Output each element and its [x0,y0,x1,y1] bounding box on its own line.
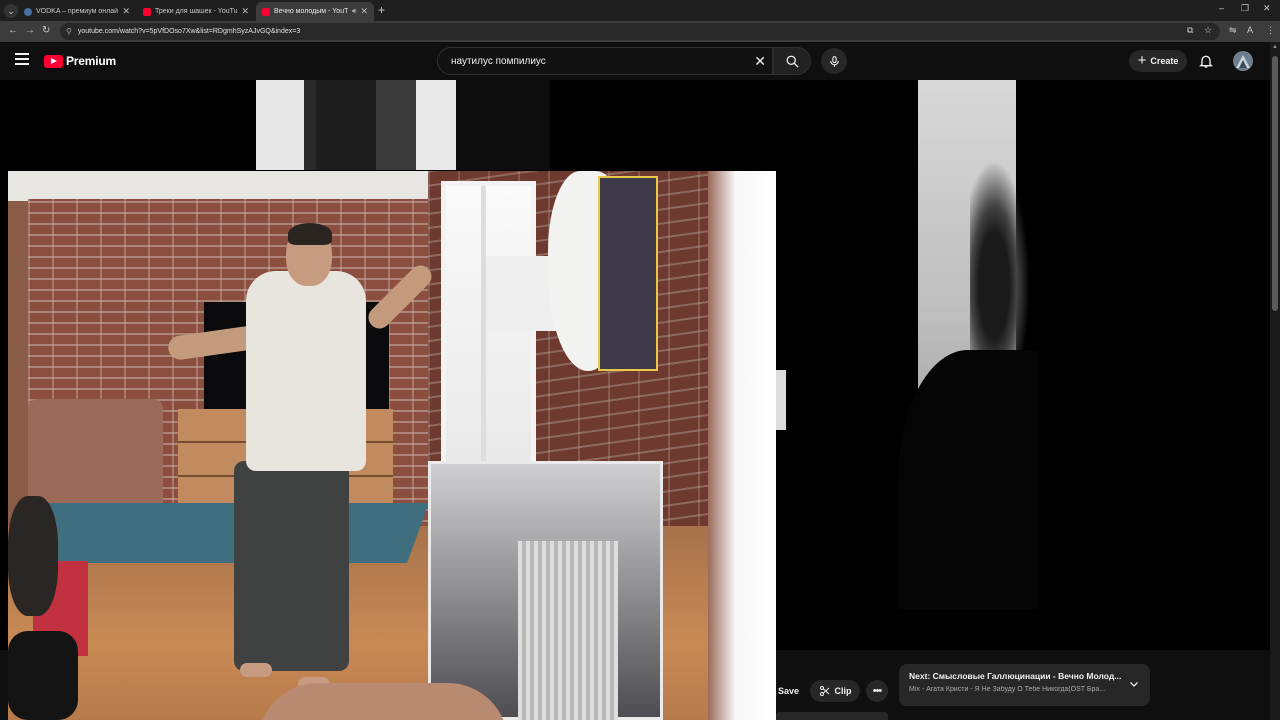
browser-tab-vodka[interactable]: VODKA – премиум онлайн-ка... ✕ [18,2,136,21]
browser-tab-treki[interactable]: Треки для шашек - YouTube ✕ [137,2,255,21]
scissors-icon [819,686,829,696]
video-frame-glare [776,370,786,430]
close-icon[interactable]: ✕ [241,6,249,17]
window-close-icon[interactable]: ✕ [1263,3,1271,14]
page-scrollbar[interactable]: ▲ [1270,42,1280,720]
search-button[interactable] [773,47,811,75]
open-in-app-icon[interactable]: ⧉ [1187,25,1193,36]
search-input[interactable] [449,54,739,68]
address-bar[interactable]: ⚲ youtube.com/watch?v=5pVfDOso7Xw&list=R… [60,23,1220,40]
youtube-logo[interactable]: Premium [44,54,116,68]
search-icon [786,55,799,68]
create-button[interactable]: + Create [1129,50,1187,72]
tab-search-icon[interactable]: ⌄ [4,4,18,18]
more-actions-button[interactable]: ••• [866,680,888,702]
tab-title: Треки для шашек - YouTube [155,8,238,15]
microphone-icon [829,55,839,67]
bell-icon [1199,55,1213,68]
menu-icon[interactable] [15,53,29,65]
plus-icon: + [1137,52,1147,69]
logo-text: Premium [66,54,116,68]
next-chip-partial [776,712,888,720]
scrollbar-thumb[interactable] [1272,56,1278,311]
reload-icon[interactable]: ↻ [42,25,50,36]
avatar-image-icon [1236,55,1250,68]
extensions-icon[interactable]: ⇋ [1229,25,1237,36]
forward-icon[interactable]: → [25,25,35,36]
next-mix-subtitle: Mix - Агата Кристи - Я Не Забуду О Тебе … [909,686,1106,693]
globe-icon [24,7,32,16]
url-text: youtube.com/watch?v=5pVfDOso7Xw&list=RDg… [77,28,301,35]
speaker-icon[interactable]: 🔊︎ [352,8,356,16]
youtube-icon [143,7,151,16]
video-frame-background-right [898,80,1038,610]
video-frame-room [8,171,776,720]
bookmark-star-icon[interactable]: ☆ [1204,25,1212,36]
browser-toolbar: ← → ↻ ⚲ youtube.com/watch?v=5pVfDOso7Xw&… [0,21,1280,42]
tab-title: Вечно молодым - YouTube [274,8,349,15]
browser-tab-strip: ⌄ VODKA – премиум онлайн-ка... ✕ Треки д… [0,0,1280,21]
youtube-header: Premium ✕ + Create [0,42,1270,80]
youtube-play-icon [44,54,63,68]
chevron-down-icon[interactable] [1128,678,1140,690]
voice-search-button[interactable] [821,48,847,74]
create-label: Create [1150,56,1179,66]
browser-menu-icon[interactable]: ⋮ [1266,25,1275,36]
close-icon[interactable]: ✕ [122,6,130,17]
clip-button[interactable]: Clip [810,680,860,702]
more-horizontal-icon: ••• [872,685,883,697]
minimize-icon[interactable]: – [1219,3,1224,13]
up-next-card[interactable]: Next: Смысловые Галлюцинации - Вечно Мол… [899,664,1150,706]
site-info-icon[interactable]: ⚲ [66,27,72,36]
next-video-title: Next: Смысловые Галлюцинации - Вечно Мол… [909,671,1121,681]
back-icon[interactable]: ← [8,25,18,36]
video-frame-background [256,80,550,170]
clear-search-icon[interactable]: ✕ [754,53,766,70]
scroll-up-icon[interactable]: ▲ [1272,44,1278,50]
tab-title: VODKA – премиум онлайн-ка... [36,8,119,15]
youtube-icon [262,7,270,16]
browser-tab-vechno[interactable]: Вечно молодым - YouTube 🔊︎ ✕ [256,2,374,21]
search-box: ✕ [437,47,773,75]
notifications-button[interactable] [1198,53,1214,69]
close-icon[interactable]: ✕ [360,6,368,17]
profile-icon[interactable]: A [1247,25,1253,35]
avatar[interactable] [1233,51,1253,71]
clip-label: Clip [834,686,852,696]
restore-icon[interactable]: ❐ [1241,3,1249,14]
save-button[interactable]: Save [776,680,802,702]
new-tab-button[interactable]: + [378,3,385,17]
